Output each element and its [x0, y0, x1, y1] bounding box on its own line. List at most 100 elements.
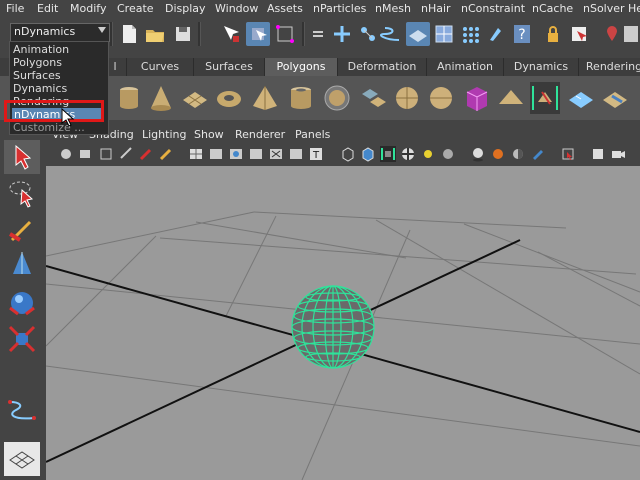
snap-curve-icon[interactable]: [356, 22, 380, 46]
camera-attributes-icon[interactable]: [78, 146, 94, 162]
camera-settings-icon[interactable]: [610, 146, 626, 162]
curve-tool-icon[interactable]: [4, 392, 40, 426]
render-icon[interactable]: [458, 22, 482, 46]
textured-icon[interactable]: [400, 146, 416, 162]
bridge-icon[interactable]: [496, 82, 526, 114]
film-gate-icon[interactable]: [208, 146, 224, 162]
poly-pipe-icon[interactable]: [286, 82, 316, 114]
select-by-hierarchy-icon[interactable]: [219, 22, 243, 46]
menu-modify[interactable]: Modify: [70, 2, 106, 15]
menu-ncache[interactable]: nCache: [532, 2, 573, 15]
selected-sphere[interactable]: [291, 285, 375, 369]
menu-edit[interactable]: Edit: [37, 2, 58, 15]
lock-selection-icon[interactable]: [306, 22, 330, 46]
scale-tool-icon[interactable]: [4, 322, 40, 356]
menu-nmesh[interactable]: nMesh: [375, 2, 411, 15]
snap-grid-icon[interactable]: [330, 22, 354, 46]
help-icon[interactable]: ?: [510, 22, 534, 46]
panel-menu-lighting[interactable]: Lighting: [142, 128, 186, 141]
menu-set-option-polygons[interactable]: Polygons: [13, 56, 62, 69]
wireframe-on-shaded-icon[interactable]: [380, 146, 396, 162]
construction-history-icon[interactable]: [432, 22, 456, 46]
paint-select-tool-icon[interactable]: [4, 214, 40, 248]
menu-help[interactable]: He: [628, 2, 640, 15]
menu-nsolver[interactable]: nSolver: [583, 2, 625, 15]
poly-pyramid-icon[interactable]: [250, 82, 280, 114]
new-scene-icon[interactable]: [117, 22, 141, 46]
poly-torus-icon[interactable]: [214, 82, 244, 114]
tab-curves[interactable]: Curves: [127, 58, 194, 76]
menu-set-selector[interactable]: nDynamics: [10, 23, 110, 42]
move-tool-icon[interactable]: [4, 248, 40, 282]
menu-display[interactable]: Display: [165, 2, 206, 15]
menu-set-option-animation[interactable]: Animation: [13, 43, 69, 56]
menu-create[interactable]: Create: [117, 2, 154, 15]
lighting-default-icon[interactable]: [420, 146, 436, 162]
separate-icon[interactable]: [392, 82, 422, 114]
select-by-component-icon[interactable]: [273, 22, 297, 46]
combine-icon[interactable]: [358, 82, 388, 114]
menu-set-option-dynamics[interactable]: Dynamics: [13, 82, 67, 95]
panel-menu-panels[interactable]: Panels: [295, 128, 330, 141]
smooth-shade-icon[interactable]: [360, 146, 376, 162]
soft-select-icon[interactable]: [566, 82, 596, 114]
menu-file[interactable]: File: [6, 2, 24, 15]
menu-assets[interactable]: Assets: [267, 2, 303, 15]
perspective-viewport[interactable]: [46, 166, 640, 480]
lighting-all-icon[interactable]: [440, 146, 456, 162]
xray-joints-icon[interactable]: [590, 146, 606, 162]
lasso-tool-icon[interactable]: [4, 176, 40, 210]
smooth-icon[interactable]: [426, 82, 456, 114]
menu-set-value: nDynamics: [14, 25, 76, 38]
motion-blur-icon[interactable]: [530, 146, 546, 162]
rotate-tool-icon[interactable]: [4, 286, 40, 320]
menu-nconstraint[interactable]: nConstraint: [461, 2, 525, 15]
tab-surfaces[interactable]: Surfaces: [194, 58, 265, 76]
tab-polygons[interactable]: Polygons: [265, 58, 338, 76]
lock-icon[interactable]: [541, 22, 565, 46]
two-d-pan-icon[interactable]: [158, 146, 174, 162]
poly-cone-icon[interactable]: [146, 82, 176, 114]
grease-pencil-icon[interactable]: [138, 146, 154, 162]
poly-sphere-icon[interactable]: [322, 82, 352, 114]
shaded-mode-icon[interactable]: [228, 146, 244, 162]
text-label-icon[interactable]: T: [308, 146, 324, 162]
extrude-icon[interactable]: [462, 82, 492, 114]
safe-action-icon[interactable]: [268, 146, 284, 162]
render-view-icon[interactable]: [567, 22, 591, 46]
attribute-editor-icon[interactable]: [620, 22, 640, 46]
field-chart-icon[interactable]: [288, 146, 304, 162]
select-by-object-icon[interactable]: [246, 22, 270, 46]
layout-tool-icon[interactable]: [4, 442, 40, 476]
shadows-icon[interactable]: [470, 146, 486, 162]
isolate-select-icon[interactable]: [560, 146, 576, 162]
save-scene-icon[interactable]: [171, 22, 195, 46]
tab-animation[interactable]: Animation: [427, 58, 504, 76]
tab-rendering[interactable]: Rendering: [579, 58, 640, 76]
tab-dynamics[interactable]: Dynamics: [504, 58, 579, 76]
panel-menu-show[interactable]: Show: [194, 128, 224, 141]
image-plane-icon[interactable]: [118, 146, 134, 162]
camera-select-icon[interactable]: [58, 146, 74, 162]
open-scene-icon[interactable]: [143, 22, 167, 46]
snap-plane-icon[interactable]: [406, 22, 430, 46]
ipr-render-icon[interactable]: [484, 22, 508, 46]
ambient-occlusion-icon[interactable]: [510, 146, 526, 162]
menu-nhair[interactable]: nHair: [421, 2, 451, 15]
select-tool-icon[interactable]: [4, 140, 40, 174]
menu-set-option-surfaces[interactable]: Surfaces: [13, 69, 61, 82]
poly-cylinder-icon[interactable]: [114, 82, 144, 114]
bevel-icon[interactable]: [530, 82, 560, 114]
tab-deformation[interactable]: Deformation: [338, 58, 427, 76]
bookmark-icon[interactable]: [98, 146, 114, 162]
poly-plane-icon[interactable]: [600, 82, 630, 114]
xray-icon[interactable]: [248, 146, 264, 162]
snap-point-icon[interactable]: [380, 22, 404, 46]
wireframe-icon[interactable]: [340, 146, 356, 162]
poly-plane-icon[interactable]: [180, 82, 210, 114]
panel-menu-renderer[interactable]: Renderer: [235, 128, 285, 141]
high-quality-icon[interactable]: [490, 146, 506, 162]
grid-toggle-icon[interactable]: [188, 146, 204, 162]
menu-window[interactable]: Window: [215, 2, 258, 15]
menu-nparticles[interactable]: nParticles: [313, 2, 366, 15]
